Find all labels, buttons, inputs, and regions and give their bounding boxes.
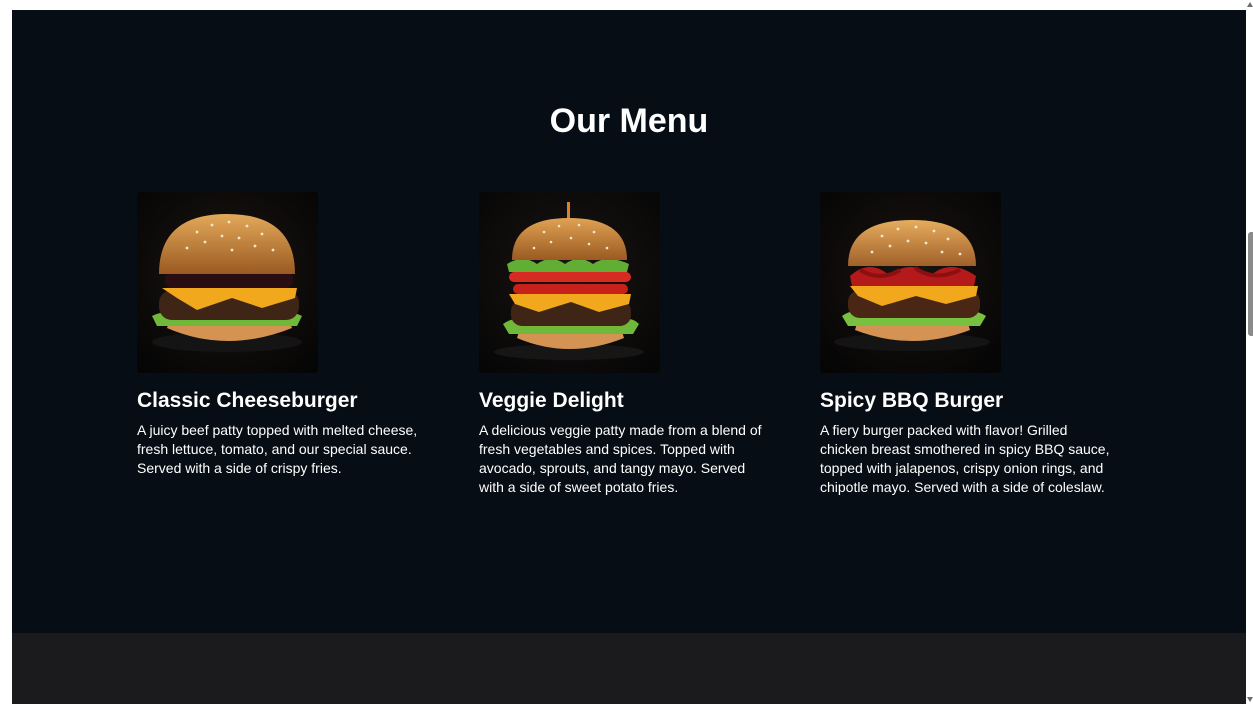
footer [12,633,1246,704]
vertical-scrollbar[interactable] [1246,0,1253,704]
scroll-up-arrow-icon[interactable] [1247,2,1253,7]
menu-item-description: A delicious veggie patty made from a ble… [479,422,762,495]
menu-card-spicy-bbq-burger: Spicy BBQ Burger A fiery burger packed w… [820,192,1120,497]
menu-item-description: A fiery burger packed with flavor! Grill… [820,422,1110,495]
menu-item-title: Spicy BBQ Burger [820,389,1004,412]
classic-cheeseburger-image [137,192,318,373]
scrollbar-thumb[interactable] [1248,232,1253,336]
menu-item-title: Veggie Delight [479,389,624,412]
menu-item-description: A juicy beef patty topped with melted ch… [137,422,418,476]
page-viewport: Our Menu Classic Cheeseburger A juicy be… [12,10,1246,704]
menu-item-title: Classic Cheeseburger [137,389,358,412]
menu-section: Our Menu Classic Cheeseburger A juicy be… [12,10,1246,633]
spicy-bbq-burger-image [820,192,1001,373]
menu-card-veggie-delight: Veggie Delight A delicious veggie patty … [479,192,779,497]
scroll-down-arrow-icon[interactable] [1247,697,1253,702]
menu-card-classic-cheeseburger: Classic Cheeseburger A juicy beef patty … [137,192,437,478]
menu-title: Our Menu [549,102,709,140]
veggie-delight-image [479,192,660,373]
